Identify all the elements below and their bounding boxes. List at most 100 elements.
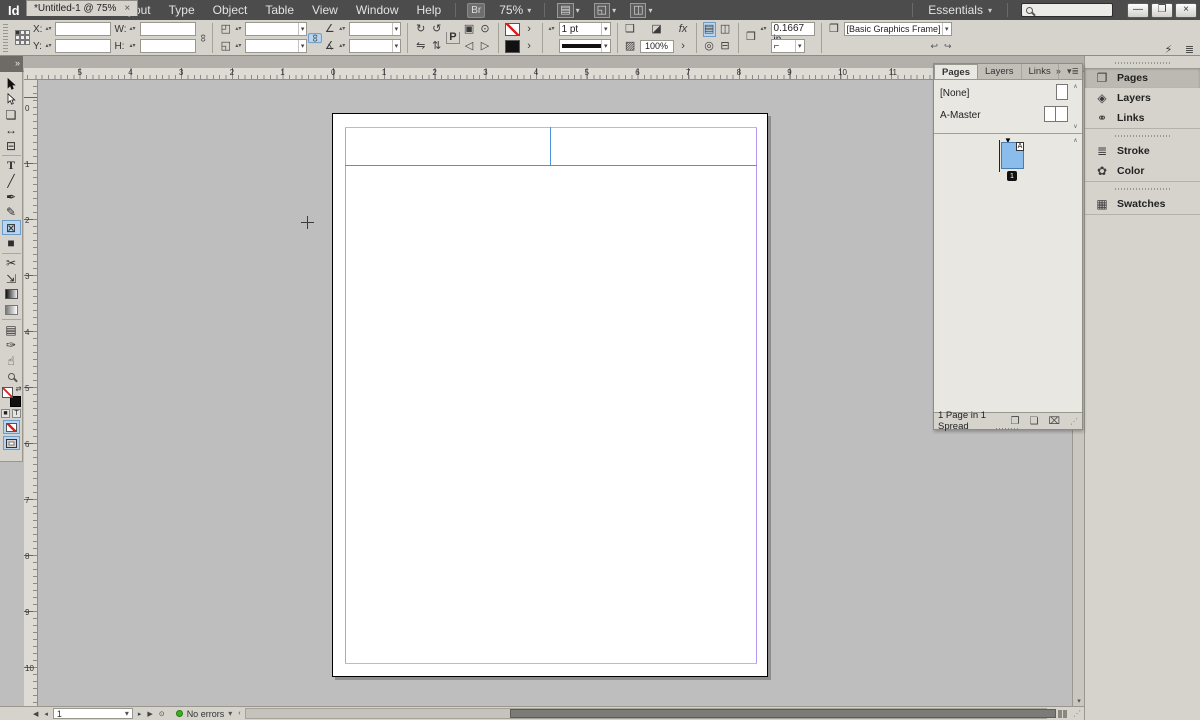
hand-tool[interactable]: ☝ <box>2 353 21 368</box>
split-view-icon[interactable] <box>1055 710 1070 718</box>
scale-y-stepper[interactable]: ▴▾ <box>235 44 242 48</box>
dock-item-pages[interactable]: ❐Pages <box>1085 68 1200 88</box>
dock-drag-handle[interactable] <box>1115 186 1170 192</box>
scroll-left-icon[interactable]: ‹ <box>236 710 242 717</box>
select-container-button[interactable]: ▣ <box>463 22 476 37</box>
fill-swatch[interactable] <box>505 40 520 53</box>
dock-item-stroke[interactable]: ≣Stroke <box>1085 141 1200 161</box>
h-field[interactable] <box>140 39 196 53</box>
view-mode-button[interactable] <box>3 436 20 450</box>
scale-x-stepper[interactable]: ▴▾ <box>235 27 242 31</box>
document-page[interactable] <box>332 113 768 677</box>
page-thumbnail[interactable]: A <box>1001 142 1024 169</box>
scroll-down-icon[interactable]: ∨ <box>1071 123 1080 130</box>
corner-radius-stepper[interactable]: ▴▾ <box>761 27 768 31</box>
rotate-ccw-button[interactable]: ↺ <box>430 22 443 37</box>
pen-tool[interactable]: ✒ <box>2 189 21 204</box>
master-item-thumbnail[interactable] <box>1056 84 1068 100</box>
scrollbar-thumb[interactable] <box>510 709 1056 718</box>
page-tool[interactable]: ❏ <box>2 107 21 122</box>
fill-color-box[interactable] <box>2 387 13 398</box>
direct-selection-tool[interactable] <box>2 92 21 107</box>
opacity-field[interactable]: 100% <box>640 40 674 53</box>
horizontal-ruler[interactable]: 5432101234567891011 <box>24 68 1072 80</box>
menu-object[interactable]: Object <box>204 3 257 17</box>
type-tool[interactable]: T <box>2 158 21 173</box>
screen-mode-button[interactable]: ◱▾ <box>587 3 623 18</box>
page-number-combo[interactable]: 1▾ <box>53 708 133 719</box>
stroke-weight-stepper[interactable]: ▴▾ <box>549 27 556 31</box>
rotate-cw-button[interactable]: ↻ <box>414 22 427 37</box>
window-resize-grip[interactable]: ⋰ <box>1070 709 1084 718</box>
document-tab[interactable]: *Untitled-1 @ 75% × <box>26 0 138 16</box>
x-stepper[interactable]: ▴▾ <box>45 27 52 31</box>
x-field[interactable] <box>55 22 111 36</box>
bridge-button[interactable]: Br <box>467 3 485 18</box>
dock-drag-handle[interactable] <box>1115 60 1170 66</box>
select-content-button[interactable]: ⊙ <box>479 22 492 37</box>
gradient-swatch-tool[interactable] <box>2 287 21 302</box>
close-button[interactable]: × <box>1175 3 1197 18</box>
frame-edge-horizontal[interactable] <box>345 165 757 166</box>
workspace-switcher[interactable]: Essentials▾ <box>918 3 1002 17</box>
panel-expand-icon[interactable]: » <box>1056 66 1061 77</box>
scale-x-combo[interactable]: ▾ <box>245 22 307 36</box>
tab-pages[interactable]: Pages <box>934 64 978 79</box>
dock-item-color[interactable]: ✿Color <box>1085 161 1200 181</box>
horizontal-scrollbar[interactable] <box>245 708 1047 719</box>
rectangle-tool[interactable]: ■ <box>2 236 21 251</box>
scissors-tool[interactable]: ✂ <box>2 256 21 271</box>
next-page-button[interactable]: ▸ <box>135 710 145 718</box>
menu-table[interactable]: Table <box>256 3 303 17</box>
formatting-container-button[interactable]: ■ <box>1 409 10 418</box>
swap-fill-stroke-icon[interactable]: ⇄ <box>16 385 22 393</box>
panel-resize-grip[interactable]: ⋰ <box>1070 417 1078 426</box>
first-page-button[interactable]: ◀ <box>30 710 41 718</box>
gradient-feather-tool[interactable] <box>2 302 21 317</box>
scroll-up-icon[interactable]: ∧ <box>1071 137 1080 144</box>
panel-drag-handle[interactable] <box>996 428 1020 430</box>
shear-stepper[interactable]: ▴▾ <box>339 44 346 48</box>
wrap-none-button[interactable]: ▤ <box>703 22 716 37</box>
menu-help[interactable]: Help <box>408 3 451 17</box>
wrap-shape-button[interactable]: ◎ <box>703 39 716 54</box>
rotation-combo[interactable]: ▾ <box>349 22 401 36</box>
search-input[interactable] <box>1021 3 1113 17</box>
fill-expander-icon[interactable]: › <box>523 40 536 53</box>
chevron-down-icon[interactable]: ▾ <box>224 709 236 718</box>
formatting-text-button[interactable]: T <box>12 409 21 418</box>
document-canvas[interactable] <box>38 80 1072 706</box>
dock-drag-handle[interactable] <box>1115 133 1170 139</box>
apply-none-button[interactable] <box>3 420 20 434</box>
last-page-button[interactable]: ▶ <box>144 710 155 718</box>
object-style-combo[interactable]: [Basic Graphics Frame]▾ <box>844 22 952 36</box>
new-page-button[interactable]: ❏ <box>1030 416 1039 427</box>
tab-layers[interactable]: Layers <box>978 64 1022 79</box>
scroll-up-icon[interactable]: ∧ <box>1071 83 1080 90</box>
view-options-button[interactable]: ▤▾ <box>550 3 586 18</box>
rectangle-frame-tool[interactable]: ⊠ <box>2 220 21 235</box>
break-link-style-icon[interactable]: ↪ <box>944 41 952 52</box>
stroke-expander-icon[interactable]: › <box>523 23 536 36</box>
pencil-tool[interactable]: ✎ <box>2 205 21 220</box>
y-field[interactable] <box>55 39 111 53</box>
fill-stroke-indicator[interactable]: ⇄ <box>2 387 21 407</box>
eyedropper-tool[interactable]: ✑ <box>2 338 21 353</box>
corner-radius-field[interactable]: 0.1667 in <box>771 22 815 36</box>
clear-overrides-icon[interactable]: ↩ <box>930 41 938 52</box>
shear-combo[interactable]: ▾ <box>349 39 401 53</box>
select-previous-button[interactable]: ◁ <box>463 39 476 54</box>
flip-vertical-button[interactable]: ⇅ <box>430 39 443 54</box>
master-item-thumbnail[interactable] <box>1044 106 1068 122</box>
line-tool[interactable]: ╱ <box>2 174 21 189</box>
tab-links[interactable]: Links <box>1022 64 1059 79</box>
selection-tool[interactable] <box>2 76 21 91</box>
vertical-ruler[interactable]: 012345678910 <box>24 80 38 706</box>
h-stepper[interactable]: ▴▾ <box>130 44 137 48</box>
dock-item-layers[interactable]: ◈Layers <box>1085 88 1200 108</box>
y-stepper[interactable]: ▴▾ <box>45 44 52 48</box>
stroke-weight-combo[interactable]: 1 pt▾ <box>559 22 611 36</box>
wrap-bounding-box-button[interactable]: ◫ <box>719 22 732 37</box>
menu-view[interactable]: View <box>303 3 347 17</box>
note-tool[interactable]: ▤ <box>2 322 21 337</box>
